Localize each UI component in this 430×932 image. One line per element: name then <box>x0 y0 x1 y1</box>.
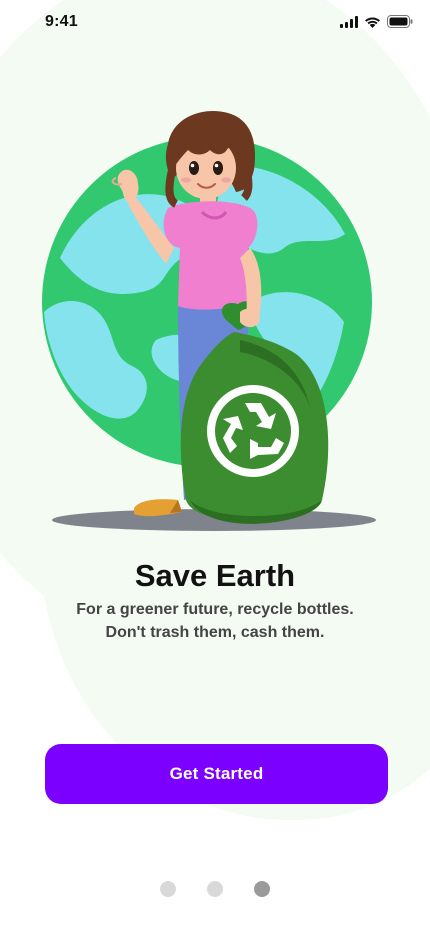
status-bar: 9:41 <box>0 0 430 44</box>
status-icons <box>340 15 413 28</box>
subtitle-line-1: For a greener future, recycle bottles. <box>76 601 354 618</box>
pager-dot[interactable] <box>160 881 176 897</box>
pager-dot-active[interactable] <box>254 881 270 897</box>
status-time: 9:41 <box>45 13 78 30</box>
battery-icon <box>387 15 413 28</box>
pager-dots <box>0 881 430 897</box>
onboarding-subtitle: For a greener future, recycle bottles. D… <box>30 598 400 644</box>
get-started-button[interactable]: Get Started <box>45 744 388 804</box>
subtitle-line-2: Don't trash them, cash them. <box>105 624 325 641</box>
cellular-signal-icon <box>340 15 358 28</box>
onboarding-title: Save Earth <box>134 558 296 593</box>
wifi-icon <box>364 16 381 28</box>
pager-dot[interactable] <box>207 881 223 897</box>
girl-recycling-illustration <box>42 111 376 531</box>
onboarding-screen: 9:41 Save Earth For a greener future, re… <box>0 0 430 932</box>
